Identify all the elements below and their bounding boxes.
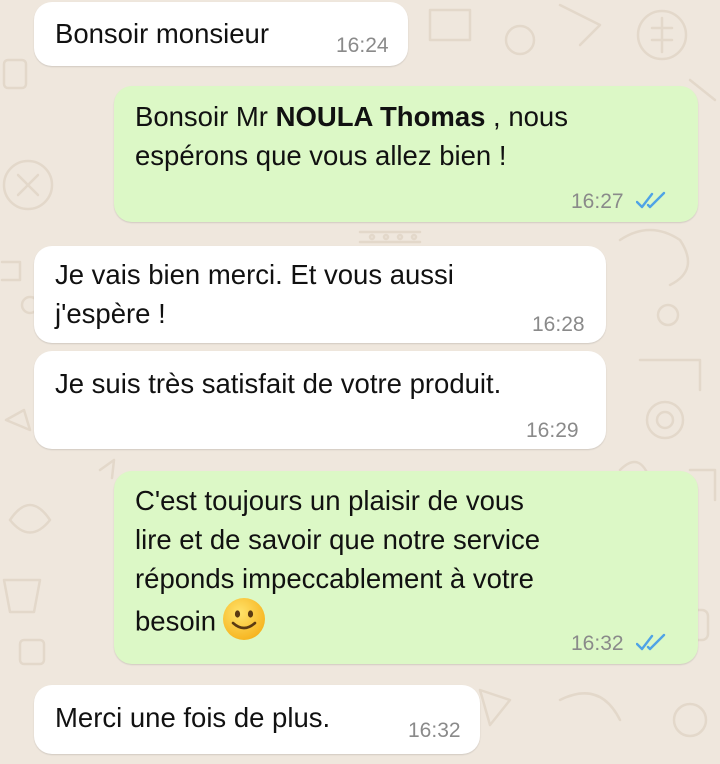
message-text-line: espérons que vous allez bien ! [135, 140, 507, 171]
message-text-suffix: , nous [485, 101, 568, 132]
recipient-name: NOULA Thomas [275, 101, 486, 132]
message-text-line: lire et de savoir que notre service [135, 524, 541, 555]
double-check-read-icon [636, 191, 666, 209]
message-bubble-incoming[interactable]: Je suis très satisfait de votre produit.… [34, 351, 606, 449]
message-timestamp: 16:24 [336, 34, 389, 57]
message-timestamp: 16:32 [571, 632, 624, 655]
message-text: Bonsoir monsieur [55, 18, 269, 49]
message-bubble-incoming[interactable]: Bonsoir monsieur 16:24 [34, 2, 408, 66]
message-timestamp: 16:29 [526, 419, 579, 442]
message-bubble-incoming[interactable]: Merci une fois de plus. 16:32 [34, 685, 480, 754]
message-timestamp: 16:28 [532, 313, 585, 336]
message-text-line: réponds impeccablement à votre [135, 563, 534, 594]
message-text-line: C'est toujours un plaisir de vous [135, 485, 524, 516]
message-bubble-outgoing[interactable]: C'est toujours un plaisir de vous lire e… [114, 471, 698, 664]
message-text: Merci une fois de plus. [55, 702, 331, 733]
message-text-word: besoin [135, 605, 217, 637]
slightly-smiling-face-emoji [223, 598, 266, 640]
message-text-line: Je vais bien merci. Et vous aussi [55, 259, 454, 290]
double-check-read-icon [636, 633, 666, 651]
message-text: Je suis très satisfait de votre produit. [55, 368, 502, 399]
message-bubble-incoming[interactable]: Je vais bien merci. Et vous aussi j'espè… [34, 246, 606, 343]
message-text-line: j'espère ! [55, 298, 166, 329]
message-timestamp: 16:27 [571, 190, 624, 213]
message-text-line: besoin [135, 598, 266, 645]
message-timestamp: 16:32 [408, 719, 461, 742]
message-bubble-outgoing[interactable]: Bonsoir Mr NOULA Thomas , nous espérons … [114, 86, 698, 222]
message-text-prefix: Bonsoir Mr [135, 101, 276, 132]
message-text-line: Bonsoir Mr NOULA Thomas , nous [135, 98, 568, 136]
